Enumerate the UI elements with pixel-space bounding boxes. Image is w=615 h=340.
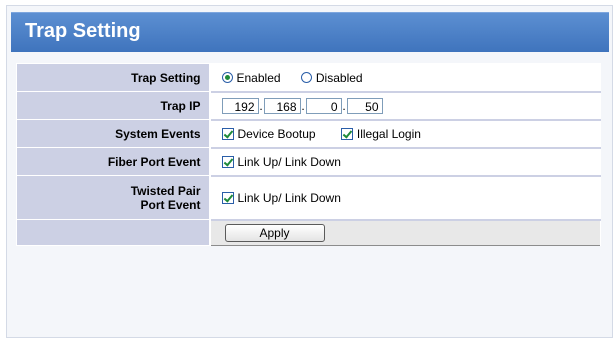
trap-disabled-label: Disabled bbox=[315, 70, 363, 85]
fiber-port-event-label: Fiber Port Event bbox=[16, 147, 211, 176]
fiber-port-event-row: Fiber Port Event Link Up/ Link Down bbox=[16, 147, 601, 177]
trap-disabled-radio[interactable] bbox=[300, 72, 312, 84]
trap-ip-octet-4[interactable]: 50 bbox=[346, 97, 383, 114]
illegal-login-label: Illegal Login bbox=[356, 126, 421, 141]
twisted-pair-port-event-row: Twisted Pair Port Event Link Up/ Link Do… bbox=[16, 175, 601, 221]
trap-settings-form: Trap Setting Enabled Disabled Trap IP 19… bbox=[16, 63, 601, 246]
illegal-login-checkbox-option[interactable]: Illegal Login bbox=[340, 126, 421, 141]
apply-cell: Apply bbox=[209, 219, 601, 246]
system-events-row: System Events Device Bootup Illegal Logi… bbox=[16, 119, 601, 149]
title-bar: Trap Setting bbox=[11, 12, 609, 52]
twisted-link-updown-checkbox[interactable] bbox=[221, 191, 234, 204]
system-events-options: Device Bootup Illegal Login bbox=[209, 119, 601, 149]
trap-ip-fields: 192. 168. 0. 50 bbox=[209, 91, 601, 121]
apply-button[interactable]: Apply bbox=[224, 223, 325, 242]
fiber-link-updown-checkbox[interactable] bbox=[221, 155, 234, 168]
trap-setting-row: Trap Setting Enabled Disabled bbox=[16, 63, 601, 93]
trap-setting-label: Trap Setting bbox=[16, 63, 211, 92]
trap-ip-octet-1[interactable]: 192 bbox=[221, 97, 259, 114]
twisted-link-updown-checkbox-option[interactable]: Link Up/ Link Down bbox=[221, 190, 341, 205]
trap-enabled-radio-option[interactable]: Enabled bbox=[221, 70, 281, 85]
trap-enabled-radio[interactable] bbox=[221, 72, 233, 84]
trap-ip-octet-3[interactable]: 0 bbox=[305, 97, 342, 114]
twisted-pair-label-line1: Twisted Pair bbox=[130, 183, 201, 198]
trap-enabled-label: Enabled bbox=[236, 70, 281, 85]
twisted-pair-port-event-label: Twisted Pair Port Event bbox=[16, 175, 211, 220]
twisted-pair-port-event-options: Link Up/ Link Down bbox=[209, 175, 601, 221]
trap-ip-octet-2[interactable]: 168 bbox=[263, 97, 301, 114]
trap-setting-panel: Trap Setting Trap Setting Enabled Disabl… bbox=[6, 5, 613, 338]
device-bootup-checkbox[interactable] bbox=[221, 127, 234, 140]
fiber-port-event-options: Link Up/ Link Down bbox=[209, 147, 601, 177]
fiber-link-updown-checkbox-option[interactable]: Link Up/ Link Down bbox=[221, 154, 341, 169]
device-bootup-label: Device Bootup bbox=[237, 126, 316, 141]
system-events-label: System Events bbox=[16, 119, 211, 148]
apply-row: Apply bbox=[16, 219, 601, 246]
illegal-login-checkbox[interactable] bbox=[340, 127, 353, 140]
trap-ip-label: Trap IP bbox=[16, 91, 211, 120]
trap-setting-options: Enabled Disabled bbox=[209, 63, 601, 93]
trap-ip-row: Trap IP 192. 168. 0. 50 bbox=[16, 91, 601, 121]
apply-row-spacer bbox=[16, 219, 211, 246]
device-bootup-checkbox-option[interactable]: Device Bootup bbox=[221, 126, 316, 141]
fiber-link-updown-label: Link Up/ Link Down bbox=[237, 154, 341, 169]
twisted-pair-label-line2: Port Event bbox=[140, 197, 201, 212]
twisted-link-updown-label: Link Up/ Link Down bbox=[237, 190, 341, 205]
trap-disabled-radio-option[interactable]: Disabled bbox=[300, 70, 363, 85]
page-title: Trap Setting bbox=[25, 20, 141, 42]
